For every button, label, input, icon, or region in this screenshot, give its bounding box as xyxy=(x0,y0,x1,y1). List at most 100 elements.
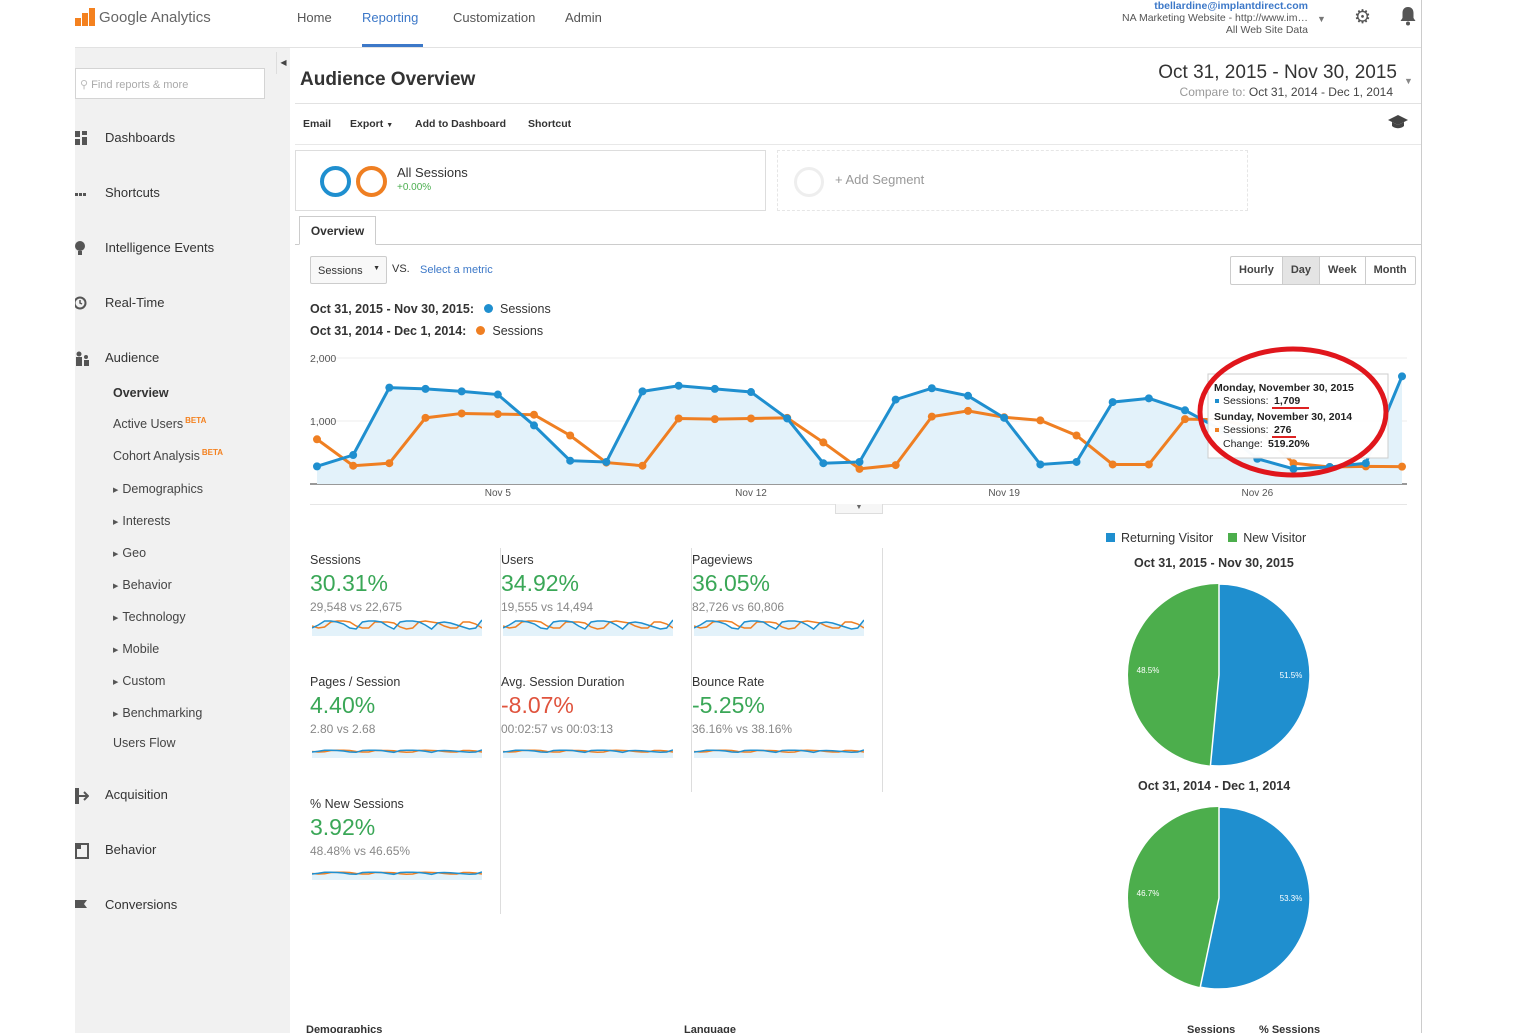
metric-tile[interactable]: Sessions 30.31% 29,548 vs 22,675 xyxy=(310,548,501,670)
data-point[interactable] xyxy=(819,459,828,468)
data-point[interactable] xyxy=(602,457,611,466)
select-metric-link[interactable]: Select a metric xyxy=(420,264,493,276)
nav-admin[interactable]: Admin xyxy=(565,10,602,25)
bell-icon[interactable] xyxy=(1399,5,1417,27)
chart-resize-handle[interactable]: ▼ xyxy=(835,504,883,514)
sidebar-item-interests[interactable]: ▶ Interests xyxy=(113,514,170,528)
sidebar-item-technology[interactable]: ▶ Technology xyxy=(113,610,186,624)
data-point[interactable] xyxy=(1398,372,1406,381)
data-point[interactable] xyxy=(710,384,719,393)
sidebar-item-overview[interactable]: Overview xyxy=(113,386,169,400)
data-point[interactable] xyxy=(313,435,321,444)
data-point[interactable] xyxy=(1036,460,1045,469)
add-to-dashboard-button[interactable]: Add to Dashboard xyxy=(415,118,506,130)
data-point[interactable] xyxy=(638,461,647,470)
data-point[interactable] xyxy=(674,414,683,423)
data-point[interactable] xyxy=(819,438,828,447)
data-point[interactable] xyxy=(566,431,575,440)
date-range-picker[interactable]: Oct 31, 2015 - Nov 30, 2015 xyxy=(1158,62,1397,84)
data-point[interactable] xyxy=(530,421,538,430)
sidebar-item-conversions[interactable]: Conversions xyxy=(75,897,177,912)
google-analytics-logo[interactable]: Google Analytics xyxy=(75,6,211,28)
period-week-button[interactable]: Week xyxy=(1319,257,1365,284)
data-point[interactable] xyxy=(385,383,394,392)
data-point[interactable] xyxy=(855,464,864,473)
chevron-down-icon[interactable]: ▼ xyxy=(1317,14,1326,24)
compare-date-range[interactable]: Compare to: Oct 31, 2014 - Dec 1, 2014 xyxy=(1180,85,1393,99)
data-point[interactable] xyxy=(457,409,466,418)
data-point[interactable] xyxy=(747,414,755,423)
data-point[interactable] xyxy=(1000,413,1009,422)
email-button[interactable]: Email xyxy=(303,118,331,130)
sidebar-item-dashboards[interactable]: Dashboards xyxy=(75,130,175,145)
data-point[interactable] xyxy=(964,406,972,415)
sidebar-item-audience[interactable]: Audience xyxy=(75,350,159,366)
data-point[interactable] xyxy=(1036,416,1045,425)
sidebar-collapse-button[interactable]: ◀ xyxy=(276,52,290,74)
sidebar-item-demographics[interactable]: ▶ Demographics xyxy=(113,482,203,496)
nav-home[interactable]: Home xyxy=(297,10,332,25)
metric-tile[interactable]: Bounce Rate -5.25% 36.16% vs 38.16% xyxy=(692,670,883,792)
sidebar-item-behavior[interactable]: Behavior xyxy=(75,842,156,859)
sidebar-item-mobile[interactable]: ▶ Mobile xyxy=(113,642,159,656)
data-point[interactable] xyxy=(1144,394,1153,403)
sidebar-item-geo[interactable]: ▶ Geo xyxy=(113,546,146,560)
metric-tile[interactable]: Avg. Session Duration -8.07% 00:02:57 vs 0… xyxy=(501,670,692,792)
data-point[interactable] xyxy=(638,387,647,396)
data-point[interactable] xyxy=(566,456,575,465)
data-point[interactable] xyxy=(927,412,936,421)
data-point[interactable] xyxy=(1181,415,1189,424)
metric-tile[interactable]: Users 34.92% 19,555 vs 14,494 xyxy=(501,548,692,670)
data-point[interactable] xyxy=(1181,406,1189,415)
sidebar-item-custom[interactable]: ▶ Custom xyxy=(113,674,165,688)
data-point[interactable] xyxy=(1072,431,1081,440)
data-point[interactable] xyxy=(783,414,792,423)
data-point[interactable] xyxy=(1361,459,1370,468)
data-point[interactable] xyxy=(674,381,683,390)
data-point[interactable] xyxy=(1398,462,1406,471)
period-hourly-button[interactable]: Hourly xyxy=(1231,257,1282,284)
export-button[interactable]: Export ▼ xyxy=(350,118,393,130)
data-point[interactable] xyxy=(855,457,864,466)
data-point[interactable] xyxy=(1108,398,1117,407)
period-month-button[interactable]: Month xyxy=(1364,257,1415,284)
sessions-line-chart[interactable]: 2,000 1,000 Nov 5 Nov 12 Nov 19 Nov 26 Monday,… xyxy=(310,346,1410,511)
pie-chart-previous[interactable]: 53.3% 46.7% xyxy=(1126,805,1312,991)
data-point[interactable] xyxy=(493,410,502,419)
sidebar-item-behavior-sub[interactable]: ▶ Behavior xyxy=(113,578,172,592)
nav-customization[interactable]: Customization xyxy=(453,10,535,25)
data-point[interactable] xyxy=(964,391,972,400)
segment-all-sessions[interactable]: All Sessions +0.00% xyxy=(295,150,766,211)
data-point[interactable] xyxy=(1072,457,1081,466)
graduation-cap-icon[interactable] xyxy=(1387,114,1409,130)
data-point[interactable] xyxy=(747,388,755,397)
period-day-button[interactable]: Day xyxy=(1281,257,1320,284)
sidebar-item-intelligence-events[interactable]: Intelligence Events xyxy=(75,240,214,255)
sidebar-item-shortcuts[interactable]: Shortcuts xyxy=(75,185,160,200)
pie-chart-current[interactable]: 51.5% 48.5% xyxy=(1126,582,1312,768)
data-point[interactable] xyxy=(1108,460,1117,469)
data-point[interactable] xyxy=(710,415,719,424)
search-input[interactable]: ⚲ Find reports & more xyxy=(75,68,265,99)
data-point[interactable] xyxy=(313,462,321,471)
metric-dropdown[interactable]: Sessions ▼ xyxy=(310,256,387,284)
sidebar-item-users-flow[interactable]: Users Flow xyxy=(113,736,176,750)
sidebar-item-acquisition[interactable]: Acquisition xyxy=(75,787,168,804)
data-point[interactable] xyxy=(457,387,466,396)
data-point[interactable] xyxy=(891,461,900,470)
data-point[interactable] xyxy=(1289,464,1298,473)
gear-icon[interactable]: ⚙ xyxy=(1354,6,1371,29)
tab-overview[interactable]: Overview xyxy=(299,216,376,245)
metric-tile[interactable]: % New Sessions 3.92% 48.48% vs 46.65% xyxy=(310,792,501,914)
data-point[interactable] xyxy=(1144,460,1153,469)
data-point[interactable] xyxy=(349,461,358,470)
data-point[interactable] xyxy=(927,384,936,393)
data-point[interactable] xyxy=(530,410,538,419)
sidebar-item-active-users[interactable]: Active Users BETA xyxy=(113,416,206,431)
data-point[interactable] xyxy=(385,459,394,468)
sidebar-item-benchmarking[interactable]: ▶ Benchmarking xyxy=(113,706,202,720)
sidebar-item-real-time[interactable]: Real-Time xyxy=(75,295,164,310)
metric-tile[interactable]: Pages / Session 4.40% 2.80 vs 2.68 xyxy=(310,670,501,792)
sidebar-item-cohort-analysis[interactable]: Cohort Analysis BETA xyxy=(113,448,223,463)
chevron-down-icon[interactable]: ▼ xyxy=(1404,76,1413,86)
